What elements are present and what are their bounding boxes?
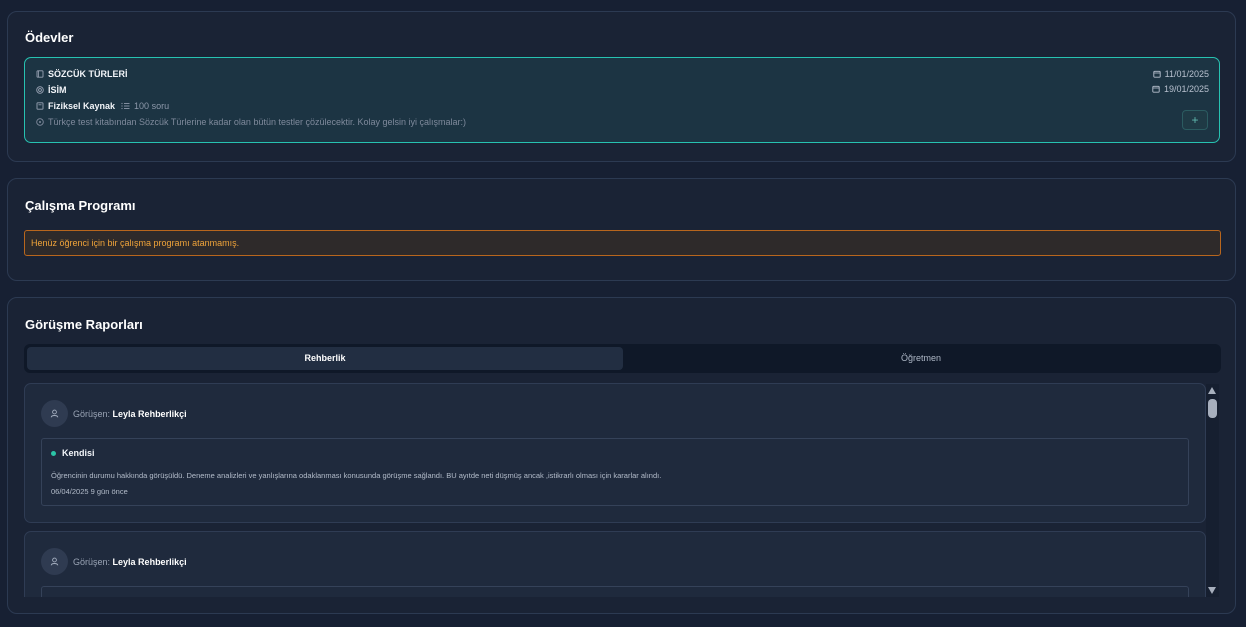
list-icon <box>121 102 130 110</box>
reports-scrollbar[interactable] <box>1206 384 1219 597</box>
interview-reports-title: Görüşme Raporları <box>25 317 143 332</box>
study-program-title: Çalışma Programı <box>25 198 136 213</box>
interviewer: Görüşen: Leyla Rehberlikçi <box>73 409 187 419</box>
report-text: Öğrencinin durumu hakkında görüşüldü. De… <box>51 471 662 480</box>
report-type: Kendisi <box>51 448 95 458</box>
assignment-start-date-row: 11/01/2025 <box>1152 69 1209 79</box>
assignment-topic-row: SÖZCÜK TÜRLERİ <box>36 69 128 79</box>
assignment-description-row: Türkçe test kitabından Sözcük Türlerine … <box>36 117 466 127</box>
target-icon <box>36 86 44 94</box>
user-icon <box>50 557 59 566</box>
tab-ogretmen[interactable]: Öğretmen <box>623 347 1219 370</box>
interview-reports-card: Görüşme Raporları Rehberlik Öğretmen Gör… <box>7 297 1236 614</box>
assignment-item[interactable]: SÖZCÜK TÜRLERİ İSİM Fiziksel Kaynak 100 … <box>24 57 1220 143</box>
study-program-warning: Henüz öğrenci için bir çalışma programı … <box>24 230 1221 256</box>
interviewer: Görüşen: Leyla Rehberlikçi <box>73 557 187 567</box>
calendar-icon <box>1152 70 1161 78</box>
scroll-down-arrow-icon[interactable] <box>1208 587 1216 594</box>
report-type-label: Kendisi <box>62 448 95 458</box>
avatar <box>41 400 68 427</box>
user-icon <box>50 409 59 418</box>
interviewer-prefix: Görüşen: <box>73 409 111 419</box>
interviewer-prefix: Görüşen: <box>73 557 111 567</box>
assignment-start-date: 11/01/2025 <box>1164 69 1209 79</box>
assignment-source: Fiziksel Kaynak <box>48 101 116 111</box>
report-note: Kendisi Öğrencinin durumu hakkında görüş… <box>41 438 1189 506</box>
report-date: 06/04/2025 9 gün önce <box>51 487 128 496</box>
assignment-subject-row: İSİM <box>36 85 67 95</box>
avatar <box>41 548 68 575</box>
study-program-card: Çalışma Programı Henüz öğrenci için bir … <box>7 178 1236 281</box>
report-card[interactable]: Görüşen: Leyla Rehberlikçi <box>24 531 1206 597</box>
calendar-icon <box>1152 85 1160 93</box>
book-icon <box>36 70 44 78</box>
scroll-up-arrow-icon[interactable] <box>1208 387 1216 394</box>
assignment-subject: İSİM <box>48 85 67 95</box>
assignment-topic: SÖZCÜK TÜRLERİ <box>48 69 128 79</box>
assignment-end-date: 19/01/2025 <box>1163 84 1209 94</box>
report-card[interactable]: Görüşen: Leyla Rehberlikçi Kendisi Öğren… <box>24 383 1206 523</box>
assignments-title: Ödevler <box>25 30 74 45</box>
assignment-description: Türkçe test kitabından Sözcük Türlerine … <box>48 117 467 127</box>
bookmark-icon <box>36 102 44 110</box>
status-dot <box>51 450 56 456</box>
assignment-source-row: Fiziksel Kaynak 100 soru <box>36 101 169 111</box>
report-note <box>41 586 1189 597</box>
tab-rehberlik[interactable]: Rehberlik <box>27 347 623 370</box>
interviewer-name: Leyla Rehberlikçi <box>112 557 187 567</box>
assignment-question-count: 100 soru <box>134 101 170 111</box>
interviewer-name: Leyla Rehberlikçi <box>112 409 187 419</box>
add-button[interactable]: + <box>1182 110 1208 130</box>
reports-list[interactable]: Görüşen: Leyla Rehberlikçi Kendisi Öğren… <box>24 383 1221 597</box>
assignments-card: Ödevler SÖZCÜK TÜRLERİ İSİM Fiziksel Kay… <box>7 11 1236 162</box>
scrollbar-thumb[interactable] <box>1208 399 1217 418</box>
info-icon <box>36 118 44 126</box>
report-tabs: Rehberlik Öğretmen <box>24 344 1221 373</box>
assignment-end-date-row: 19/01/2025 <box>1152 84 1209 94</box>
